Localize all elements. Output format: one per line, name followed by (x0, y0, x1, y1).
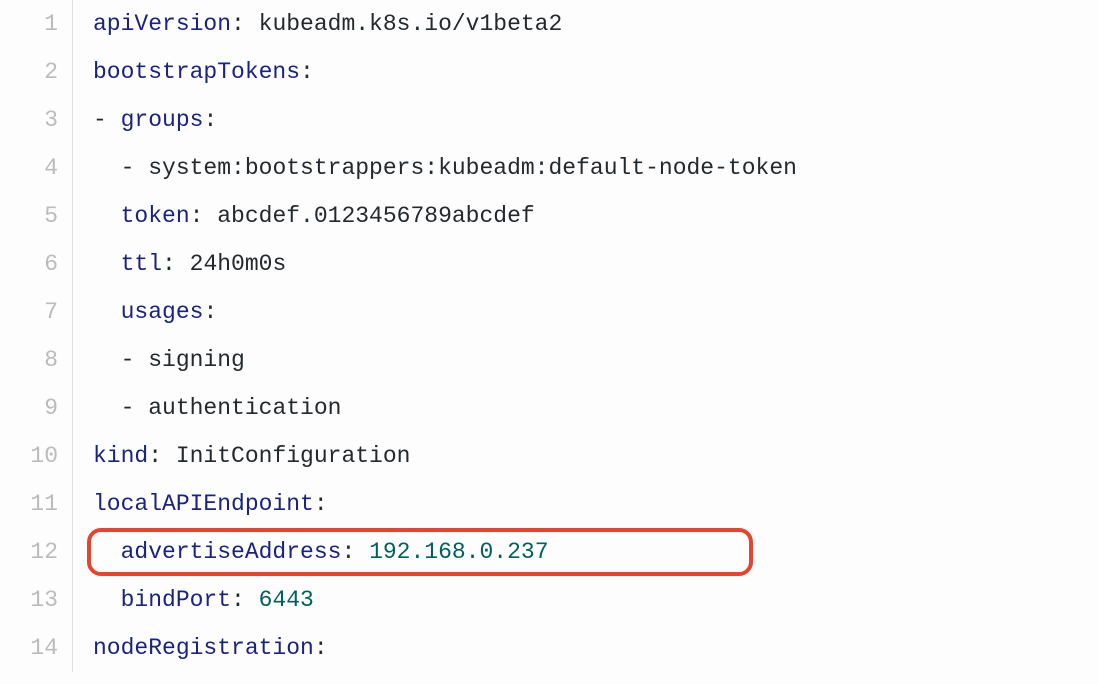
yaml-punct: : (148, 445, 176, 468)
yaml-value: system:bootstrappers:kubeadm:default-nod… (148, 157, 797, 180)
yaml-key: kind (93, 445, 148, 468)
code-line: - authentication (93, 384, 1098, 432)
line-number: 1 (0, 0, 72, 48)
code-line: bootstrapTokens: (93, 48, 1098, 96)
yaml-key: groups (121, 109, 204, 132)
code-line: token: abcdef.0123456789abcdef (93, 192, 1098, 240)
line-number: 2 (0, 48, 72, 96)
yaml-value: 24h0m0s (190, 253, 287, 276)
yaml-key: localAPIEndpoint (93, 493, 314, 516)
line-number: 8 (0, 336, 72, 384)
code-line: nodeRegistration: (93, 624, 1098, 672)
yaml-value: authentication (148, 397, 341, 420)
line-number: 9 (0, 384, 72, 432)
yaml-value: abcdef.0123456789abcdef (217, 205, 534, 228)
code-line-highlighted: advertiseAddress: 192.168.0.237 (93, 528, 1098, 576)
yaml-key: apiVersion (93, 13, 231, 36)
yaml-punct: : (314, 637, 328, 660)
line-number: 13 (0, 576, 72, 624)
line-number: 12 (0, 528, 72, 576)
code-line: - signing (93, 336, 1098, 384)
yaml-value: InitConfiguration (176, 445, 411, 468)
yaml-punct: : (203, 109, 217, 132)
code-line: usages: (93, 288, 1098, 336)
yaml-dash: - (93, 157, 148, 180)
yaml-punct: : (162, 253, 190, 276)
line-number: 11 (0, 480, 72, 528)
yaml-punct: : (231, 13, 259, 36)
yaml-indent (93, 541, 121, 564)
code-block: 1 2 3 4 5 6 7 8 9 10 11 12 13 14 apiVers… (0, 0, 1098, 672)
yaml-indent (93, 253, 121, 276)
code-line: localAPIEndpoint: (93, 480, 1098, 528)
yaml-indent (93, 589, 121, 612)
yaml-value: 192.168.0.237 (369, 541, 548, 564)
yaml-key: usages (121, 301, 204, 324)
yaml-key: ttl (121, 253, 162, 276)
yaml-value: kubeadm.k8s.io/v1beta2 (259, 13, 563, 36)
yaml-value: 6443 (259, 589, 314, 612)
code-line: kind: InitConfiguration (93, 432, 1098, 480)
line-number: 6 (0, 240, 72, 288)
yaml-punct: : (341, 541, 369, 564)
yaml-key: advertiseAddress (121, 541, 342, 564)
line-number: 10 (0, 432, 72, 480)
line-number-gutter: 1 2 3 4 5 6 7 8 9 10 11 12 13 14 (0, 0, 73, 672)
yaml-punct: : (314, 493, 328, 516)
line-number: 5 (0, 192, 72, 240)
line-number: 14 (0, 624, 72, 672)
line-number: 4 (0, 144, 72, 192)
yaml-key: bindPort (121, 589, 231, 612)
code-area: apiVersion: kubeadm.k8s.io/v1beta2 boots… (73, 0, 1098, 672)
yaml-indent (93, 301, 121, 324)
yaml-key: bootstrapTokens (93, 61, 300, 84)
yaml-punct: : (190, 205, 218, 228)
line-number: 7 (0, 288, 72, 336)
yaml-dash: - (93, 397, 148, 420)
code-line: ttl: 24h0m0s (93, 240, 1098, 288)
yaml-indent (93, 205, 121, 228)
code-line: - groups: (93, 96, 1098, 144)
yaml-value: signing (148, 349, 245, 372)
yaml-key: nodeRegistration (93, 637, 314, 660)
yaml-key: token (121, 205, 190, 228)
code-line: - system:bootstrappers:kubeadm:default-n… (93, 144, 1098, 192)
yaml-dash: - (93, 349, 148, 372)
yaml-dash: - (93, 109, 121, 132)
code-line: bindPort: 6443 (93, 576, 1098, 624)
yaml-punct: : (231, 589, 259, 612)
yaml-punct: : (203, 301, 217, 324)
code-line: apiVersion: kubeadm.k8s.io/v1beta2 (93, 0, 1098, 48)
line-number: 3 (0, 96, 72, 144)
yaml-punct: : (300, 61, 314, 84)
